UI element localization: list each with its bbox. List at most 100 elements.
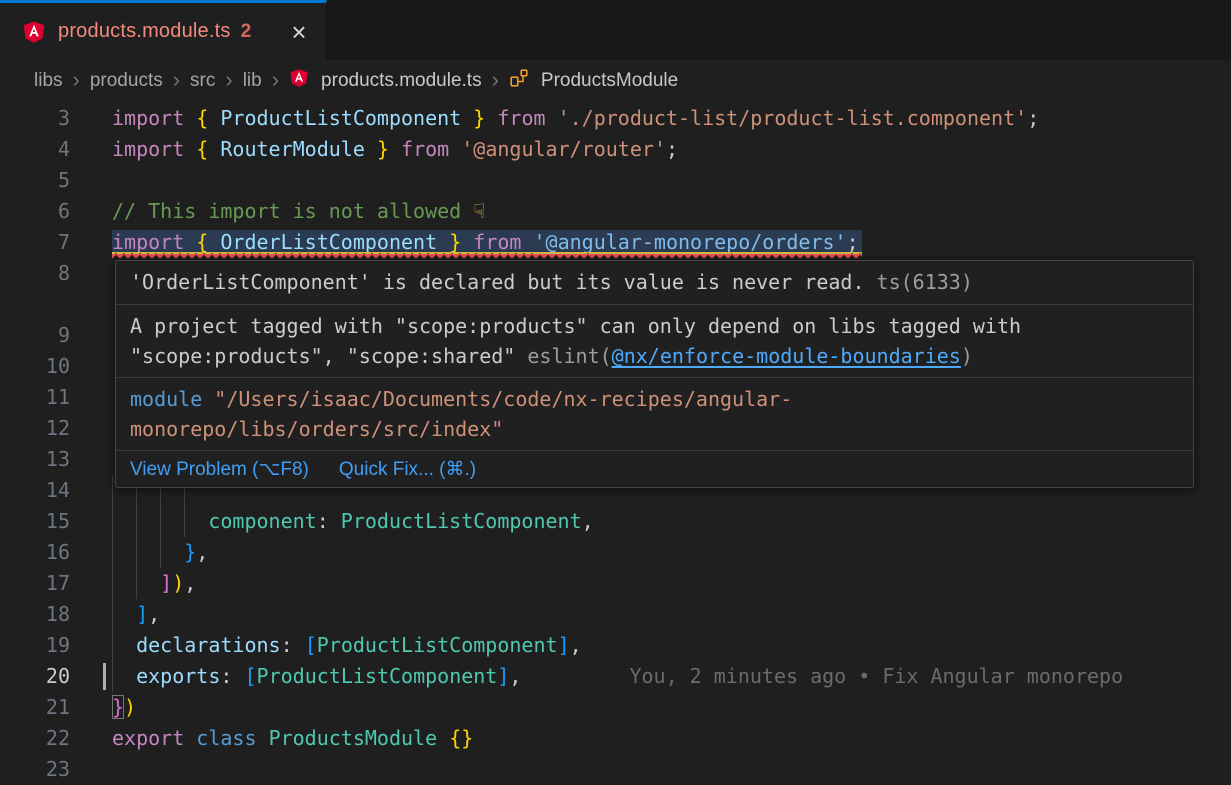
line-number: 10	[0, 351, 70, 382]
tab-problems-badge: 2	[241, 21, 252, 43]
code-line-17[interactable]: 17 ]),	[0, 568, 1231, 599]
code-token: ]	[136, 602, 148, 626]
code-token: [	[305, 633, 317, 657]
line-number: 12	[0, 413, 70, 444]
line-number: 7	[0, 227, 70, 258]
code-token: import	[112, 106, 184, 130]
code-line-18[interactable]: 18 ],	[0, 599, 1231, 630]
code-line-19[interactable]: 19 declarations: [ProductListComponent],	[0, 630, 1231, 661]
line-number: 14	[0, 475, 70, 506]
code-token	[546, 106, 558, 130]
code-token: import	[112, 137, 184, 161]
indent-guide	[112, 568, 113, 599]
class-symbol-icon	[509, 68, 529, 94]
error-hover-popup: 'OrderListComponent' is declared but its…	[115, 260, 1194, 488]
chevron-right-icon: ›	[173, 67, 180, 93]
indent-guide	[112, 475, 113, 506]
code-token: ProductListComponent	[220, 106, 461, 130]
close-icon[interactable]: ×	[286, 22, 312, 42]
indent-guide	[160, 506, 161, 537]
breadcrumb-item-src[interactable]: src	[190, 70, 215, 92]
code-token: class	[196, 726, 256, 750]
code-token	[184, 106, 196, 130]
git-blame-annotation: You, 2 minutes ago • Fix Angular monorep…	[629, 664, 1123, 688]
code-token: from	[401, 137, 449, 161]
code-token: ]	[558, 633, 570, 657]
module-path-line2: monorepo/libs/orders/src/index"	[130, 417, 503, 441]
code-token: ,	[570, 633, 582, 657]
breadcrumb-item-symbol[interactable]: ProductsModule	[541, 70, 678, 92]
code-token: from	[497, 106, 545, 130]
code-token: export	[112, 726, 184, 750]
code-token: ;	[847, 230, 859, 254]
code-token: ,	[184, 571, 196, 595]
hover-eslint-diagnostic: A project tagged with "scope:products" c…	[116, 305, 1193, 378]
line-number: 22	[0, 723, 70, 754]
breadcrumb-item-lib[interactable]: lib	[243, 70, 262, 92]
code-line-15[interactable]: 15 component: ProductListComponent,	[0, 506, 1231, 537]
code-line-22[interactable]: 22export class ProductsModule {}	[0, 723, 1231, 754]
code-token: './product-list/product-list.component'	[558, 106, 1028, 130]
code-line-4[interactable]: 4import { RouterModule } from '@angular/…	[0, 134, 1231, 165]
code-line-20[interactable]: 20 exports: [ProductListComponent],You, …	[0, 661, 1231, 692]
code-token: ;	[666, 137, 678, 161]
code-token	[461, 230, 473, 254]
code-token	[208, 137, 220, 161]
eslint-source-open: eslint(	[527, 344, 611, 368]
code-line-23[interactable]: 23	[0, 754, 1231, 785]
view-problem-button[interactable]: View Problem (⌥F8)	[130, 458, 309, 481]
code-token: {	[196, 106, 208, 130]
breadcrumb-item-file[interactable]: products.module.ts	[321, 70, 482, 92]
code-token: )	[172, 571, 184, 595]
indent-guide	[136, 506, 137, 537]
angular-icon	[22, 20, 46, 44]
hover-action-bar: View Problem (⌥F8) Quick Fix... (⌘.)	[116, 451, 1193, 487]
code-token	[112, 540, 184, 564]
code-token: from	[473, 230, 521, 254]
code-token	[449, 137, 461, 161]
code-line-5[interactable]: 5	[0, 165, 1231, 196]
code-token: ☟	[473, 199, 485, 223]
breadcrumb-item-products[interactable]: products	[90, 70, 163, 92]
eslint-rule-link[interactable]: @nx/enforce-module-boundaries	[612, 344, 961, 368]
line-number: 4	[0, 134, 70, 165]
code-token: }	[449, 230, 461, 254]
code-token: ProductListComponent	[317, 633, 558, 657]
module-path-line1: "/Users/isaac/Documents/code/nx-recipes/…	[202, 387, 792, 411]
code-token	[112, 602, 136, 626]
code-token	[389, 137, 401, 161]
line-number: 13	[0, 444, 70, 475]
line-number: 5	[0, 165, 70, 196]
code-token: component	[208, 509, 316, 533]
code-token: :	[281, 633, 293, 657]
code-token: {}	[449, 726, 473, 750]
code-line-16[interactable]: 16 },	[0, 537, 1231, 568]
code-token	[365, 137, 377, 161]
indent-guide	[136, 537, 137, 568]
line-number: 6	[0, 196, 70, 227]
breadcrumb-item-libs[interactable]: libs	[34, 70, 63, 92]
line-number: 20	[0, 661, 70, 692]
line-number: 9	[0, 320, 70, 351]
code-line-6[interactable]: 6 // This import is not allowed ☟	[0, 196, 1231, 227]
angular-icon	[289, 68, 309, 94]
module-keyword: module	[130, 387, 202, 411]
line-number: 21	[0, 692, 70, 723]
code-token: OrderListComponent	[220, 230, 437, 254]
ts-error-message: 'OrderListComponent' is declared but its…	[130, 270, 865, 294]
code-line-21[interactable]: 21})	[0, 692, 1231, 723]
code-line-7[interactable]: 7import { OrderListComponent } from '@an…	[0, 227, 1231, 258]
code-line-3[interactable]: 3import { ProductListComponent } from '.…	[0, 103, 1231, 134]
indent-guide	[112, 599, 113, 630]
code-token: // This import is not allowed	[112, 199, 473, 223]
line-number: 3	[0, 103, 70, 134]
indent-guide	[112, 537, 113, 568]
quick-fix-button[interactable]: Quick Fix... (⌘.)	[339, 458, 476, 481]
tab-products-module[interactable]: products.module.ts 2 ×	[0, 0, 327, 60]
code-token	[184, 137, 196, 161]
code-token: }	[184, 540, 196, 564]
indent-guide	[136, 568, 137, 599]
code-token	[112, 633, 136, 657]
code-token: '@angular/router'	[461, 137, 666, 161]
code-token: ,	[582, 509, 594, 533]
